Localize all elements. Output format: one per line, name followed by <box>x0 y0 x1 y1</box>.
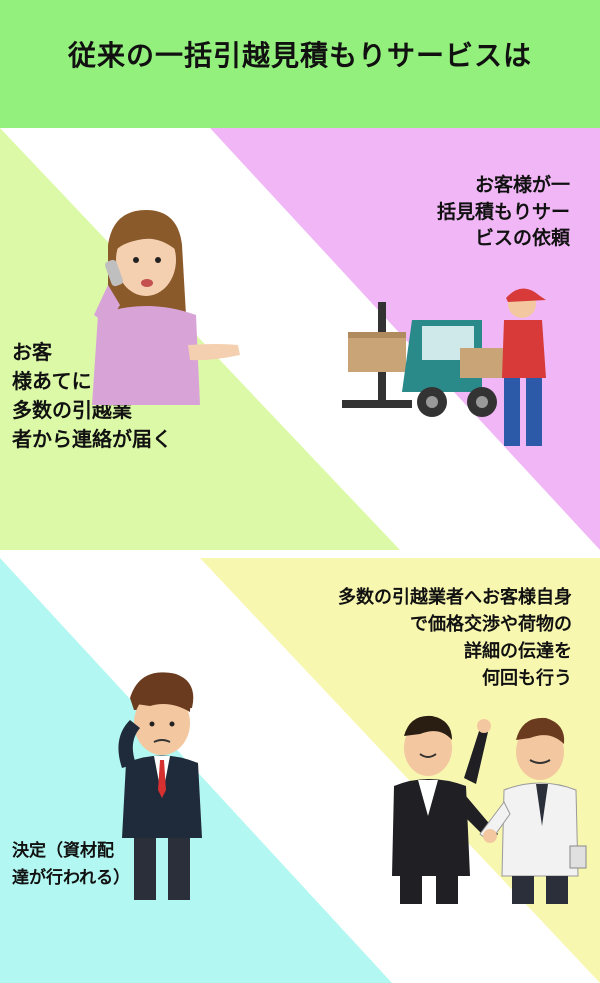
step-request-text: お客様が一 括見積もりサー ビスの依頼 <box>436 174 570 250</box>
woman-phone-illustration <box>92 210 240 405</box>
page-title: 従来の一括引越見積もりサービスは <box>67 39 532 72</box>
confused-businessman-illustration <box>118 672 202 900</box>
forklift-mover-illustration <box>342 288 546 446</box>
businessmen-handshake-illustration <box>392 715 587 904</box>
step-negotiate-text: 多数の引越業者へお客様自身 で価格交渉や荷物の 詳細の伝達を 何回も行う <box>338 587 572 689</box>
